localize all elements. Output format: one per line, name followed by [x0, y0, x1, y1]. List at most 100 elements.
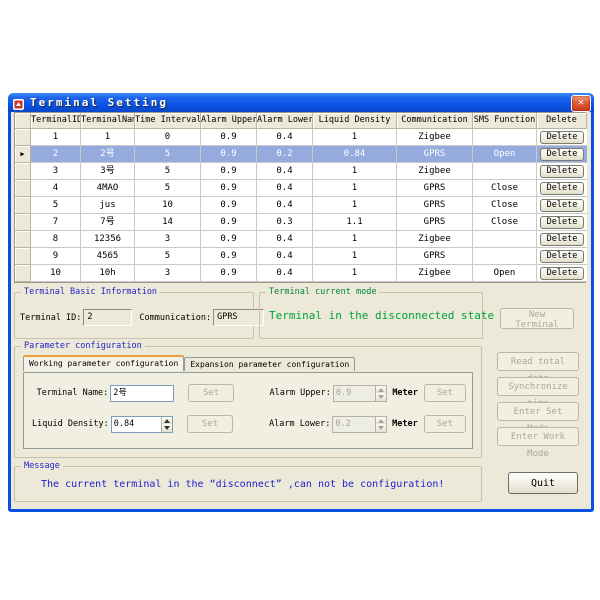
basic-info-group-title: Terminal Basic Information: [21, 287, 160, 297]
tab-working-parameter[interactable]: Working parameter configuration: [23, 355, 184, 371]
cell-delete: Delete: [537, 146, 587, 163]
quit-button[interactable]: Quit: [508, 472, 578, 494]
cell-time-interval: 5: [135, 180, 201, 197]
liquid-density-value[interactable]: 0.84: [112, 417, 161, 432]
table-row[interactable]: 7 7号 14 0.9 0.3 1.1 GPRS Close Delete: [15, 214, 585, 231]
tab-expansion-parameter[interactable]: Expansion parameter configuration: [184, 357, 355, 371]
app-icon: [12, 96, 25, 109]
alarm-lower-value: 0.2: [333, 417, 375, 432]
table-row[interactable]: 4 4MAO 5 0.9 0.4 1 GPRS Close Delete: [15, 180, 585, 197]
cell-alarm-lower: 0.4: [257, 163, 313, 180]
table-header-sms-function: SMS Function: [473, 113, 537, 129]
row-selector[interactable]: [15, 265, 31, 282]
terminal-table: TerminalID TerminalName Time Interval Al…: [14, 112, 586, 283]
cell-alarm-lower: 0.2: [257, 146, 313, 163]
table-row[interactable]: 5 jus 10 0.9 0.4 1 GPRS Close Delete: [15, 197, 585, 214]
liquid-density-down-icon[interactable]: [162, 424, 172, 432]
cell-terminal-name: 2号: [81, 146, 135, 163]
table-row[interactable]: 10 10h 3 0.9 0.4 1 Zigbee Open Delete: [15, 265, 585, 282]
row-selector[interactable]: [15, 163, 31, 180]
cell-sms-function: [473, 129, 537, 146]
liquid-density-up-icon[interactable]: [162, 417, 172, 425]
cell-alarm-upper: 0.9: [201, 214, 257, 231]
terminal-setting-window: Terminal Setting ✕ TerminalID TerminalNa…: [8, 93, 594, 512]
cell-communication: GPRS: [397, 214, 473, 231]
row-selector[interactable]: [15, 197, 31, 214]
delete-button[interactable]: Delete: [540, 233, 584, 246]
table-row[interactable]: 3 3号 5 0.9 0.4 1 Zigbee Delete: [15, 163, 585, 180]
cell-alarm-lower: 0.4: [257, 265, 313, 282]
alarm-upper-down-icon: [376, 393, 386, 401]
enter-work-mode-button: Enter Work Mode: [497, 427, 579, 446]
cell-communication: GPRS: [397, 180, 473, 197]
current-mode-group-title: Terminal current mode: [266, 287, 379, 297]
row-selector[interactable]: ▶: [15, 146, 31, 163]
cell-terminal-name: 7号: [81, 214, 135, 231]
table-row[interactable]: 9 4565 5 0.9 0.4 1 GPRS Delete: [15, 248, 585, 265]
cell-liquid-density: 1: [313, 197, 397, 214]
delete-button[interactable]: Delete: [540, 182, 584, 195]
message-text: The current terminal in the “disconnect”…: [41, 479, 444, 490]
cell-communication: Zigbee: [397, 265, 473, 282]
cell-alarm-upper: 0.9: [201, 163, 257, 180]
cell-delete: Delete: [537, 265, 587, 282]
cell-communication: GPRS: [397, 197, 473, 214]
cell-alarm-lower: 0.4: [257, 231, 313, 248]
cell-alarm-upper: 0.9: [201, 129, 257, 146]
enter-set-mode-button: Enter Set Mode: [497, 402, 579, 421]
cell-alarm-lower: 0.3: [257, 214, 313, 231]
alarm-upper-spinner: 0.9: [333, 385, 387, 402]
alarm-lower-meter-label: Meter: [392, 419, 418, 429]
basic-info-group: Terminal Basic Information Terminal ID: …: [14, 292, 254, 339]
row-selector[interactable]: [15, 129, 31, 146]
delete-button[interactable]: Delete: [540, 199, 584, 212]
cell-communication: Zigbee: [397, 129, 473, 146]
delete-button[interactable]: Delete: [540, 267, 584, 280]
cell-time-interval: 10: [135, 197, 201, 214]
alarm-lower-spinner: 0.2: [332, 416, 387, 433]
alarm-upper-up-icon: [376, 386, 386, 394]
parameter-config-group: Parameter configuration Working paramete…: [14, 346, 482, 458]
cell-sms-function: Close: [473, 197, 537, 214]
row-selector[interactable]: [15, 231, 31, 248]
terminal-id-field: 2: [83, 309, 132, 326]
cell-time-interval: 0: [135, 129, 201, 146]
cell-liquid-density: 1.1: [313, 214, 397, 231]
row-selector[interactable]: [15, 180, 31, 197]
terminal-name-input[interactable]: 2号: [110, 385, 174, 402]
terminal-name-label: Terminal Name:: [24, 388, 108, 398]
delete-button[interactable]: Delete: [540, 216, 584, 229]
cell-sms-function: [473, 231, 537, 248]
cell-delete: Delete: [537, 248, 587, 265]
delete-button[interactable]: Delete: [540, 131, 584, 144]
window-title: Terminal Setting: [30, 96, 168, 109]
close-button[interactable]: ✕: [571, 95, 591, 112]
parameter-tabstrip: Working parameter configuration Expansio…: [23, 355, 355, 371]
cell-alarm-lower: 0.4: [257, 248, 313, 265]
delete-button[interactable]: Delete: [540, 148, 584, 161]
row-selector[interactable]: [15, 214, 31, 231]
cell-terminal-name: 4565: [81, 248, 135, 265]
table-row[interactable]: 1 1 0 0.9 0.4 1 Zigbee Delete: [15, 129, 585, 146]
terminal-status-text: Terminal in the disconnected state: [269, 309, 494, 322]
cell-communication: Zigbee: [397, 163, 473, 180]
parameter-config-group-title: Parameter configuration: [21, 341, 145, 351]
table-row[interactable]: ▶ 2 2号 5 0.9 0.2 0.84 GPRS Open Delete: [15, 146, 585, 163]
table-row[interactable]: 8 12356 3 0.9 0.4 1 Zigbee Delete: [15, 231, 585, 248]
row-selector[interactable]: [15, 248, 31, 265]
liquid-density-spinner[interactable]: 0.84: [111, 416, 173, 433]
cell-delete: Delete: [537, 180, 587, 197]
alarm-upper-meter-label: Meter: [392, 388, 418, 398]
set-alarm-lower-button: Set: [424, 415, 466, 433]
table-header-row: TerminalID TerminalName Time Interval Al…: [15, 113, 585, 129]
table-body: 1 1 0 0.9 0.4 1 Zigbee Delete ▶ 2 2号 5 0…: [15, 129, 585, 282]
delete-button[interactable]: Delete: [540, 165, 584, 178]
table-header-alarm-lower: Alarm Lower: [257, 113, 313, 129]
window-titlebar[interactable]: Terminal Setting ✕: [8, 93, 594, 112]
message-group-title: Message: [21, 461, 63, 471]
cell-communication: GPRS: [397, 248, 473, 265]
cell-sms-function: [473, 163, 537, 180]
cell-delete: Delete: [537, 163, 587, 180]
delete-button[interactable]: Delete: [540, 250, 584, 263]
table-header-selector: [15, 113, 31, 129]
